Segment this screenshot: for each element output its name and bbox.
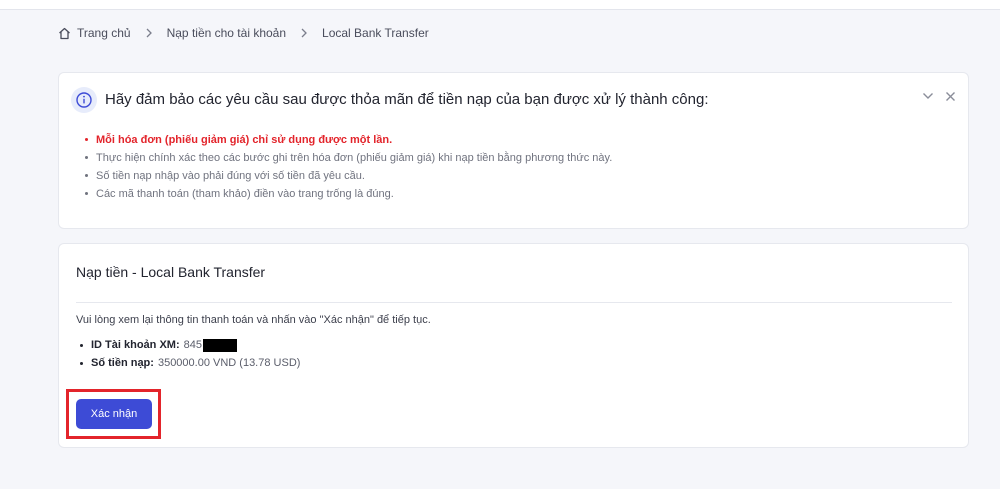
deposit-panel: Nạp tiền - Local Bank Transfer Vui lòng … xyxy=(58,243,969,448)
account-id-label: ID Tài khoản XM: xyxy=(91,339,180,351)
account-id-value: 845 xyxy=(183,339,202,351)
breadcrumb: Trang chủ Nạp tiền cho tài khoản Local B… xyxy=(58,26,429,40)
requirements-notice: Hãy đảm bảo các yêu cầu sau được thỏa mã… xyxy=(58,72,969,229)
requirements-list: Mỗi hóa đơn (phiếu giảm giá) chỉ sử dụng… xyxy=(85,131,612,203)
info-icon xyxy=(71,87,97,113)
list-item: Số tiền nạp nhập vào phải đúng với số ti… xyxy=(85,167,612,185)
deposit-instruction: Vui lòng xem lại thông tin thanh toán và… xyxy=(76,314,431,326)
chevron-down-icon[interactable] xyxy=(921,89,935,103)
deposit-details: ID Tài khoản XM: 845 Số tiền nạp: 350000… xyxy=(79,336,300,372)
amount-row: Số tiền nạp: 350000.00 VND (13.78 USD) xyxy=(79,354,300,372)
top-bar xyxy=(0,0,1000,10)
amount-value: 350000.00 VND (13.78 USD) xyxy=(157,357,301,369)
divider xyxy=(76,302,952,303)
home-icon xyxy=(58,27,71,40)
deposit-title: Nạp tiền - Local Bank Transfer xyxy=(76,264,266,280)
breadcrumb-deposit[interactable]: Nạp tiền cho tài khoản xyxy=(167,26,286,40)
notice-title: Hãy đảm bảo các yêu cầu sau được thỏa mã… xyxy=(105,91,709,108)
confirm-button[interactable]: Xác nhận xyxy=(76,399,152,429)
close-icon[interactable] xyxy=(943,89,957,103)
list-item: Thực hiện chính xác theo các bước ghi tr… xyxy=(85,149,612,167)
account-id-row: ID Tài khoản XM: 845 xyxy=(79,336,300,354)
breadcrumb-home-label: Trang chủ xyxy=(77,26,131,40)
breadcrumb-current: Local Bank Transfer xyxy=(322,26,429,40)
amount-label: Số tiền nạp: xyxy=(91,357,154,369)
list-item: Mỗi hóa đơn (phiếu giảm giá) chỉ sử dụng… xyxy=(85,131,612,149)
redacted-block xyxy=(202,338,237,352)
chevron-right-icon xyxy=(300,28,308,38)
chevron-right-icon xyxy=(145,28,153,38)
list-item: Các mã thanh toán (tham khảo) điền vào t… xyxy=(85,185,612,203)
breadcrumb-home[interactable]: Trang chủ xyxy=(58,26,131,40)
